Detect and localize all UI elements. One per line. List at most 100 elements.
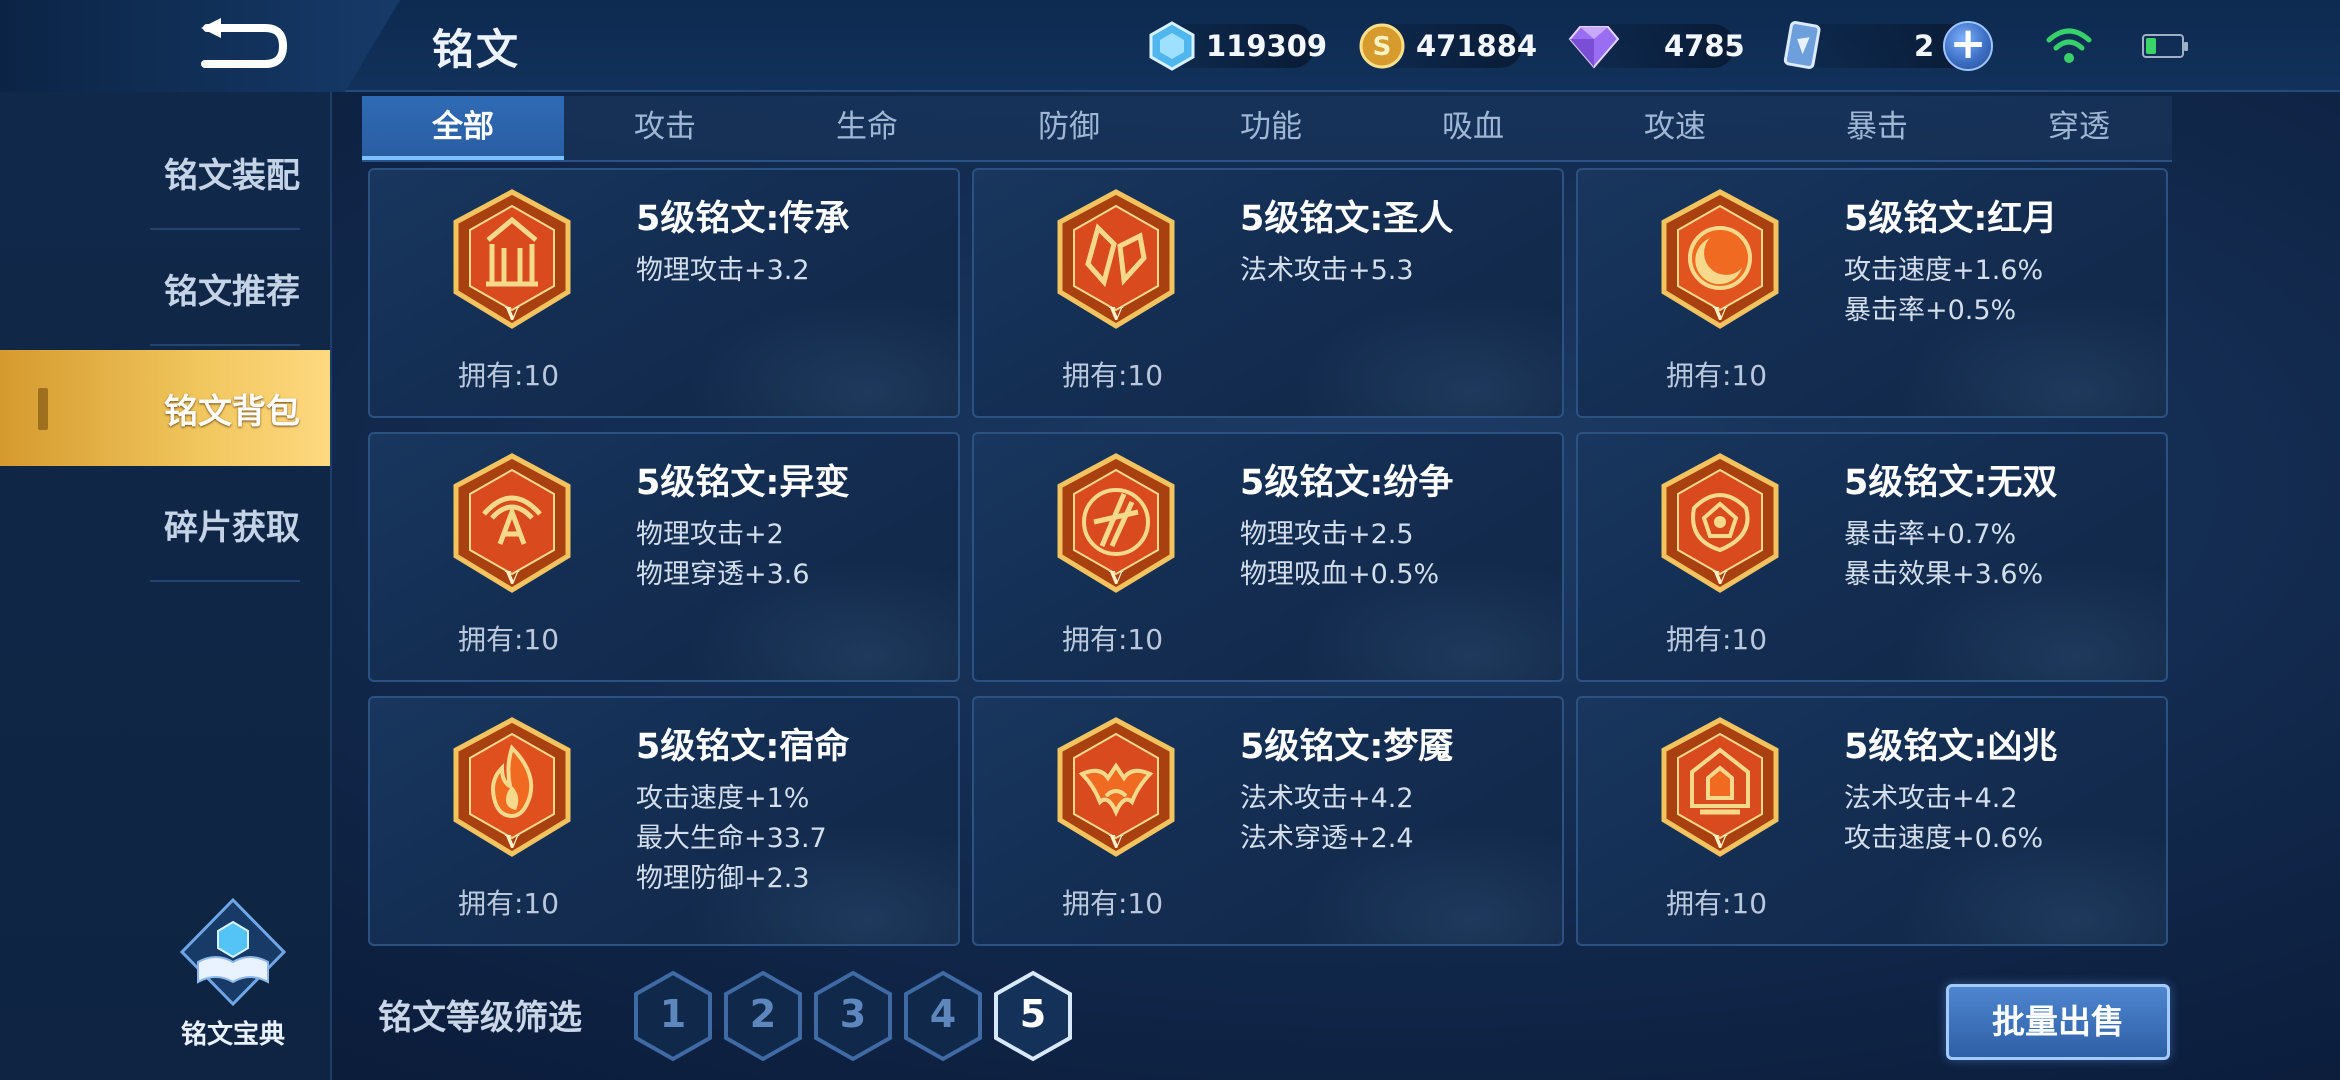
inscription-card[interactable]: V 5级铭文:凶兆 法术攻击+4.2 攻击速度+0.6% 拥有:10 bbox=[1576, 696, 2168, 946]
owned-count: 拥有:10 bbox=[1666, 359, 1768, 392]
sidebar-item-label: 铭文推荐 bbox=[164, 271, 300, 312]
svg-text:V: V bbox=[1712, 832, 1728, 853]
svg-text:V: V bbox=[1108, 568, 1124, 589]
inscription-attr: 物理防御+2.3 bbox=[636, 863, 810, 894]
bulk-sell-button[interactable]: 批量出售 bbox=[1946, 984, 2170, 1060]
level-filter-1[interactable]: 1 bbox=[632, 970, 714, 1062]
inscription-attr: 物理吸血+0.5% bbox=[1240, 559, 1440, 590]
sidebar-item-label: 碎片获取 bbox=[164, 507, 300, 548]
card-currency: 2 bbox=[1782, 18, 1934, 74]
battery-icon bbox=[2142, 34, 2188, 58]
codex-book-icon bbox=[179, 897, 287, 1007]
plus-icon: + bbox=[1949, 18, 1987, 69]
inscription-name: 5级铭文:凶兆 bbox=[1844, 727, 2058, 767]
inscription-attr: 攻击速度+1.6% bbox=[1844, 255, 2044, 286]
inscription-attr: 物理攻击+2 bbox=[636, 519, 784, 550]
moon-emblem-icon: V bbox=[1661, 189, 1779, 329]
add-card-button[interactable]: + bbox=[1943, 21, 1993, 71]
level-filter-3[interactable]: 3 bbox=[812, 970, 894, 1062]
owned-count: 拥有:10 bbox=[1062, 887, 1164, 920]
tab-attack[interactable]: 攻击 bbox=[564, 96, 766, 160]
level-filter-label: 铭文等级筛选 bbox=[378, 998, 582, 1038]
svg-text:V: V bbox=[1712, 304, 1728, 325]
tab-utility[interactable]: 功能 bbox=[1170, 96, 1372, 160]
owned-count: 拥有:10 bbox=[1062, 623, 1164, 656]
diamond-currency: 4785 bbox=[1568, 18, 1745, 74]
back-arrow-icon bbox=[201, 18, 288, 68]
back-button[interactable] bbox=[195, 18, 295, 74]
inscription-card[interactable]: V 5级铭文:传承 物理攻击+3.2 拥有:10 bbox=[368, 168, 960, 418]
coupon-currency: 119309 bbox=[1148, 18, 1327, 74]
inscription-attr: 物理穿透+3.6 bbox=[636, 559, 810, 590]
inscription-name: 5级铭文:传承 bbox=[636, 199, 850, 239]
gold-coin-icon: S bbox=[1359, 23, 1405, 69]
svg-text:V: V bbox=[504, 568, 520, 589]
tab-penetration[interactable]: 穿透 bbox=[1978, 96, 2180, 160]
inscription-card[interactable]: V 5级铭文:无双 暴击率+0.7% 暴击效果+3.6% 拥有:10 bbox=[1576, 432, 2168, 682]
card-value: 2 bbox=[1914, 29, 1935, 63]
owned-count: 拥有:10 bbox=[1062, 359, 1164, 392]
inscription-name: 5级铭文:异变 bbox=[636, 463, 850, 503]
inscription-card[interactable]: V 5级铭文:圣人 法术攻击+5.3 拥有:10 bbox=[972, 168, 1564, 418]
tab-critical[interactable]: 暴击 bbox=[1776, 96, 1978, 160]
svg-text:V: V bbox=[504, 832, 520, 853]
sidebar-item-equip[interactable]: 铭文装配 bbox=[0, 114, 330, 230]
sidebar-item-backpack[interactable]: 铭文背包 bbox=[0, 350, 330, 466]
owned-count: 拥有:10 bbox=[1666, 623, 1768, 656]
inscription-name: 5级铭文:梦魇 bbox=[1240, 727, 1454, 767]
svg-text:V: V bbox=[1712, 568, 1728, 589]
card-icon bbox=[1783, 21, 1821, 69]
level-filter-4[interactable]: 4 bbox=[902, 970, 984, 1062]
owned-count: 拥有:10 bbox=[458, 623, 560, 656]
level-number: 1 bbox=[659, 992, 687, 1036]
svg-text:V: V bbox=[504, 304, 520, 325]
gold-value: 471884 bbox=[1416, 29, 1538, 63]
svg-text:S: S bbox=[1373, 32, 1392, 62]
inscription-attr: 法术穿透+2.4 bbox=[1240, 823, 1414, 854]
level-filter-2[interactable]: 2 bbox=[722, 970, 804, 1062]
sidebar-item-label: 铭文装配 bbox=[164, 155, 300, 196]
wifi-icon bbox=[2046, 28, 2092, 63]
inscription-attr: 暴击效果+3.6% bbox=[1844, 559, 2044, 590]
owned-count: 拥有:10 bbox=[458, 359, 560, 392]
gold-currency: S 471884 bbox=[1358, 18, 1537, 74]
svg-text:V: V bbox=[1108, 832, 1124, 853]
codex-label: 铭文宝典 bbox=[180, 1020, 285, 1050]
coupon-gem-icon bbox=[1149, 21, 1195, 71]
inscription-attr: 攻击速度+0.6% bbox=[1844, 823, 2044, 854]
level-filter-5[interactable]: 5 bbox=[992, 970, 1074, 1062]
inscription-card[interactable]: V 5级铭文:梦魇 法术攻击+4.2 法术穿透+2.4 拥有:10 bbox=[972, 696, 1564, 946]
tab-lifesteal[interactable]: 吸血 bbox=[1372, 96, 1574, 160]
inscription-name: 5级铭文:无双 bbox=[1844, 463, 2058, 503]
top-bar: 铭文 119309 S 471884 4785 2 + bbox=[0, 0, 2340, 92]
diamond-value: 4785 bbox=[1664, 29, 1745, 63]
codex-button[interactable]: 铭文宝典 bbox=[172, 896, 294, 1050]
inscription-attr: 暴击率+0.7% bbox=[1844, 519, 2017, 550]
tab-health[interactable]: 生命 bbox=[766, 96, 968, 160]
claw-emblem-icon: V bbox=[1057, 453, 1175, 593]
tower-emblem-icon: V bbox=[453, 189, 571, 329]
tab-attack-speed[interactable]: 攻速 bbox=[1574, 96, 1776, 160]
inscription-card[interactable]: V 5级铭文:红月 攻击速度+1.6% 暴击率+0.5% 拥有:10 bbox=[1576, 168, 2168, 418]
crystal-emblem-icon: V bbox=[1057, 189, 1175, 329]
owned-count: 拥有:10 bbox=[458, 887, 560, 920]
inscription-attr: 攻击速度+1% bbox=[636, 783, 810, 814]
category-tabs: 全部 攻击 生命 防御 功能 吸血 攻速 暴击 穿透 bbox=[362, 96, 2172, 162]
inscription-attr: 最大生命+33.7 bbox=[636, 823, 827, 854]
page-title: 铭文 bbox=[432, 25, 521, 74]
inscription-attr: 法术攻击+4.2 bbox=[1844, 783, 2018, 814]
sidebar-item-fragments[interactable]: 碎片获取 bbox=[0, 466, 330, 582]
inscription-card[interactable]: V 5级铭文:异变 物理攻击+2 物理穿透+3.6 拥有:10 bbox=[368, 432, 960, 682]
lantern-emblem-icon: V bbox=[1661, 717, 1779, 857]
tab-defense[interactable]: 防御 bbox=[968, 96, 1170, 160]
inscription-attr: 法术攻击+4.2 bbox=[1240, 783, 1414, 814]
sidebar-item-recommend[interactable]: 铭文推荐 bbox=[0, 230, 330, 346]
tab-all[interactable]: 全部 bbox=[362, 96, 564, 160]
sidebar-item-label: 铭文背包 bbox=[164, 391, 300, 432]
owned-count: 拥有:10 bbox=[1666, 887, 1768, 920]
inscription-name: 5级铭文:圣人 bbox=[1240, 199, 1454, 239]
vortex-emblem-icon: V bbox=[1661, 453, 1779, 593]
inscription-attr: 物理攻击+2.5 bbox=[1240, 519, 1414, 550]
inscription-card[interactable]: V 5级铭文:宿命 攻击速度+1% 最大生命+33.7 物理防御+2.3 拥有:… bbox=[368, 696, 960, 946]
inscription-card[interactable]: V 5级铭文:纷争 物理攻击+2.5 物理吸血+0.5% 拥有:10 bbox=[972, 432, 1564, 682]
